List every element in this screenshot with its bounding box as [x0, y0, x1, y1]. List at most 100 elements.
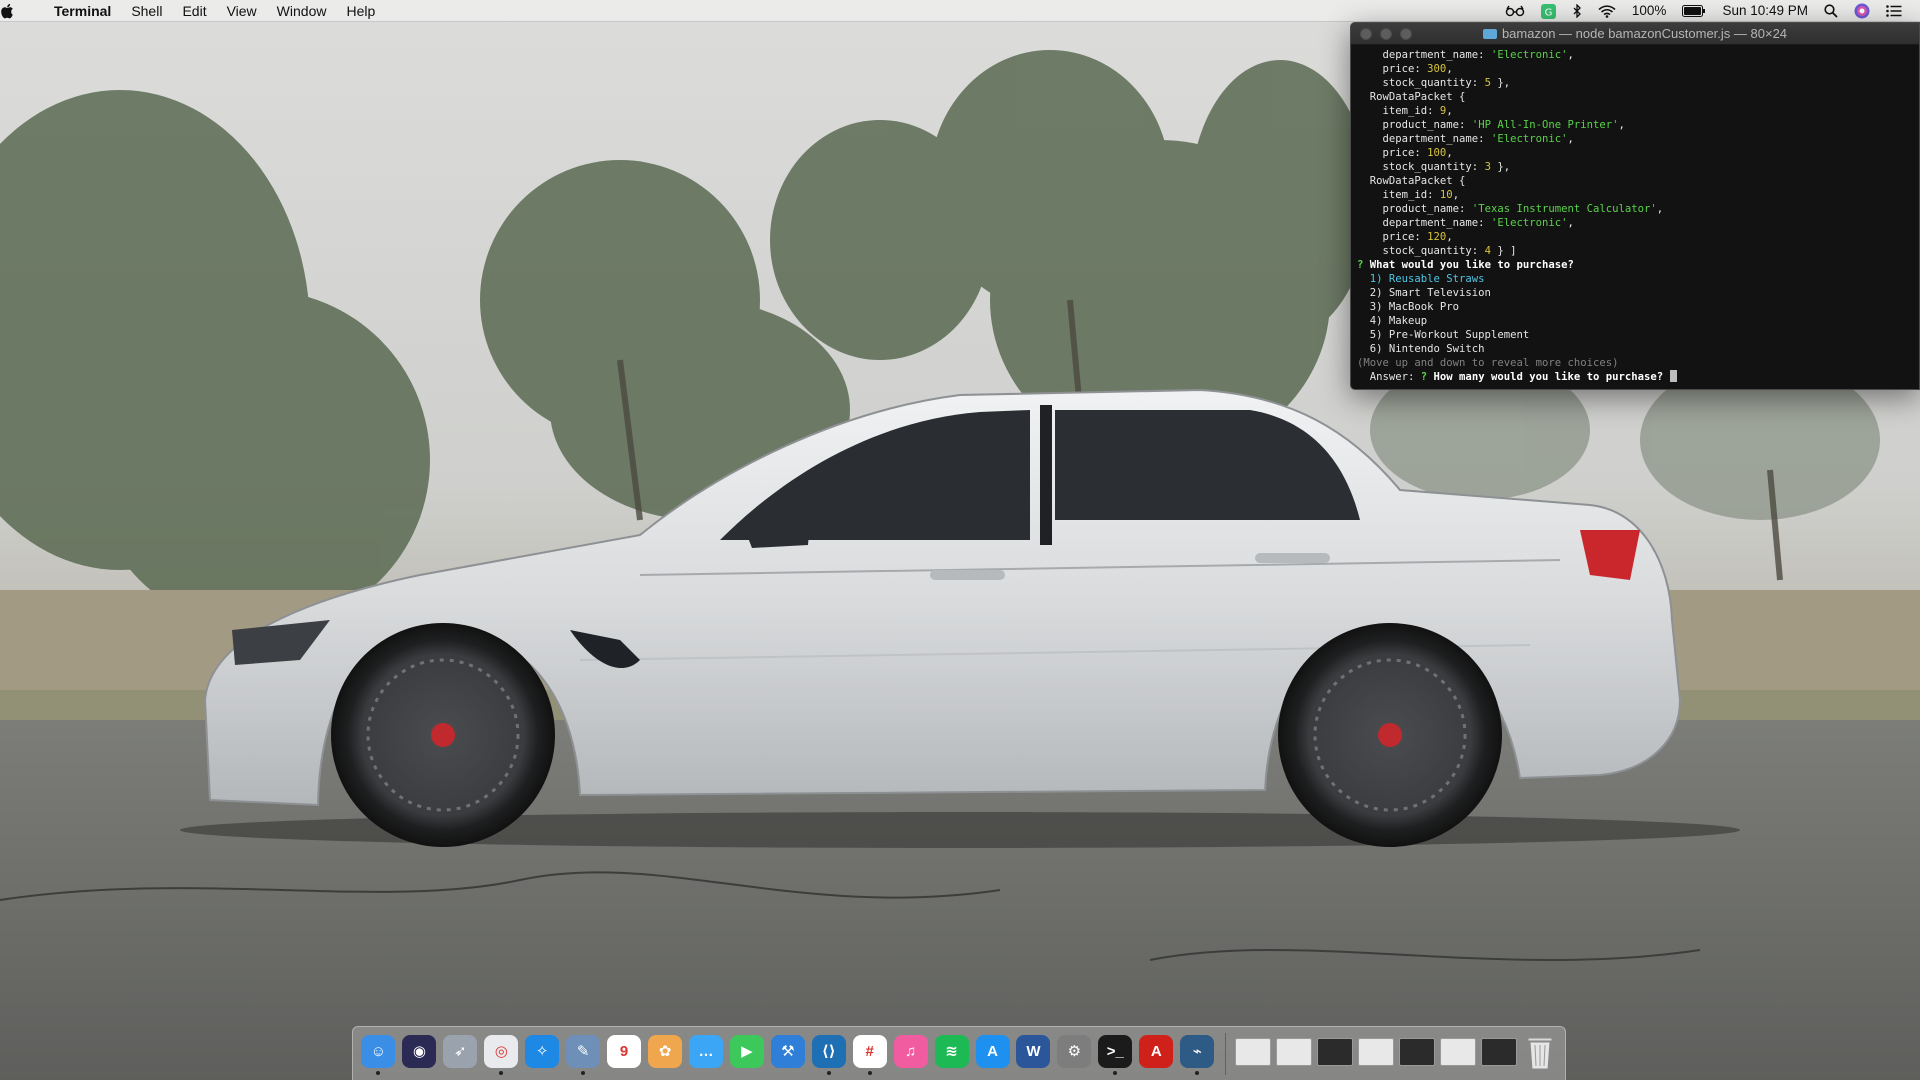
running-indicator: [1154, 1071, 1158, 1075]
running-indicator: [786, 1071, 790, 1075]
siri-icon[interactable]: [1846, 3, 1878, 19]
vscode-icon[interactable]: ⟨⟩: [811, 1034, 846, 1068]
menu-help[interactable]: Help: [336, 0, 385, 22]
menu-app-name[interactable]: Terminal: [44, 0, 121, 22]
battery-percent[interactable]: 100%: [1624, 0, 1675, 22]
spotify-icon[interactable]: ≋: [934, 1034, 969, 1068]
itunes-icon[interactable]: ♫: [893, 1034, 928, 1068]
terminal-title-text: bamazon — node bamazonCustomer.js — 80×2…: [1501, 26, 1788, 41]
spotlight-search-icon[interactable]: [1816, 4, 1846, 18]
xcode-icon[interactable]: ⚒: [770, 1034, 805, 1068]
terminal-text: 6) Nintendo Switch: [1357, 343, 1485, 355]
dock-item[interactable]: ⚒: [768, 1033, 807, 1075]
siri-icon[interactable]: ◉: [402, 1034, 437, 1068]
battery-icon[interactable]: [1674, 5, 1714, 17]
dock-item[interactable]: ✧: [523, 1033, 562, 1075]
minimized-window-3[interactable]: [1316, 1033, 1355, 1075]
notification-center-icon[interactable]: [1878, 5, 1910, 17]
dock-item[interactable]: ☺: [359, 1033, 398, 1075]
dock-item[interactable]: ◎: [482, 1033, 521, 1075]
safari-icon[interactable]: ✧: [525, 1034, 560, 1068]
dock-item[interactable]: ➶: [441, 1033, 480, 1075]
launchpad-icon[interactable]: ➶: [443, 1034, 478, 1068]
bluetooth-icon[interactable]: [1564, 4, 1590, 18]
dock-item[interactable]: ✿: [646, 1033, 685, 1075]
finder-icon[interactable]: ☺: [361, 1034, 396, 1068]
terminal-line: price: 300,: [1357, 62, 1913, 76]
dock-item[interactable]: W: [1014, 1033, 1053, 1075]
dock-item[interactable]: #: [850, 1033, 889, 1075]
terminal-text: },: [1490, 77, 1511, 89]
slack-icon[interactable]: #: [852, 1034, 887, 1068]
terminal-text: 2) Smart Television: [1357, 287, 1491, 299]
terminal-line: item_id: 10,: [1357, 188, 1913, 202]
menu-view[interactable]: View: [217, 0, 267, 22]
dock-item[interactable]: A: [973, 1033, 1012, 1075]
glasses-icon[interactable]: [1497, 5, 1533, 17]
trash-icon[interactable]: [1525, 1035, 1555, 1071]
dock-item[interactable]: A: [1137, 1033, 1176, 1075]
dock-item[interactable]: ⟨⟩: [809, 1033, 848, 1075]
terminal-line: (Move up and down to reveal more choices…: [1357, 356, 1913, 370]
photos-icon[interactable]: ✿: [648, 1034, 683, 1068]
terminal-text: ,: [1656, 203, 1664, 215]
terminal-line: stock_quantity: 3 },: [1357, 160, 1913, 174]
running-indicator: [417, 1071, 421, 1075]
app-store-icon[interactable]: A: [975, 1034, 1010, 1068]
menu-window[interactable]: Window: [267, 0, 337, 22]
dock-item[interactable]: >_: [1096, 1033, 1135, 1075]
menu-edit[interactable]: Edit: [172, 0, 216, 22]
text-cursor: [1669, 370, 1677, 382]
dock-item[interactable]: ⚙: [1055, 1033, 1094, 1075]
minimized-window-4[interactable]: [1357, 1033, 1396, 1075]
dock-item[interactable]: ≋: [932, 1033, 971, 1075]
window-thumbnail: [1439, 1037, 1476, 1066]
running-indicator: [867, 1070, 872, 1075]
chrome-icon[interactable]: ◎: [484, 1034, 519, 1068]
apple-logo-icon[interactable]: [0, 3, 44, 19]
system-preferences-icon[interactable]: ⚙: [1057, 1034, 1092, 1068]
terminal-text: stock_quantity:: [1357, 161, 1485, 173]
dock-item[interactable]: ✎: [564, 1033, 603, 1075]
terminal-title: bamazon — node bamazonCustomer.js — 80×2…: [1351, 23, 1919, 45]
dock-item[interactable]: ⌁: [1178, 1033, 1217, 1075]
dock-item[interactable]: …: [687, 1033, 726, 1075]
minimized-window-7[interactable]: [1479, 1033, 1518, 1075]
terminal-text: How many would you like to purchase?: [1433, 371, 1670, 383]
terminal-text: 300: [1427, 63, 1447, 75]
terminal-line: Answer: ? How many would you like to pur…: [1357, 370, 1913, 384]
terminal-line: RowDataPacket {: [1357, 90, 1913, 104]
menu-shell[interactable]: Shell: [121, 0, 172, 22]
word-icon[interactable]: W: [1016, 1034, 1051, 1068]
terminal-text: (Move up and down to reveal more choices…: [1357, 357, 1619, 369]
terminal-text: price:: [1357, 63, 1428, 75]
minimized-window-6[interactable]: [1438, 1033, 1477, 1075]
terminal-titlebar[interactable]: bamazon — node bamazonCustomer.js — 80×2…: [1351, 23, 1919, 45]
dock-item[interactable]: ◉: [400, 1033, 439, 1075]
terminal-text: },: [1490, 161, 1511, 173]
minimized-window-2[interactable]: [1275, 1033, 1314, 1075]
messages-icon[interactable]: …: [688, 1034, 723, 1068]
wifi-icon[interactable]: [1590, 4, 1624, 18]
acrobat-icon[interactable]: A: [1139, 1034, 1174, 1068]
dock-item[interactable]: ♫: [891, 1033, 930, 1075]
terminal-icon[interactable]: >_: [1098, 1034, 1133, 1068]
mysql-workbench-icon[interactable]: ⌁: [1180, 1034, 1215, 1068]
terminal-window[interactable]: bamazon — node bamazonCustomer.js — 80×2…: [1350, 22, 1920, 390]
grammarly-icon[interactable]: G: [1533, 3, 1564, 19]
minimized-window-5[interactable]: [1397, 1033, 1436, 1075]
dock-item[interactable]: 9: [605, 1033, 644, 1075]
terminal-text: product_name:: [1357, 119, 1472, 131]
calendar-icon[interactable]: 9: [607, 1034, 642, 1068]
window-thumbnail: [1480, 1037, 1517, 1066]
preview-icon[interactable]: ✎: [566, 1034, 601, 1068]
terminal-output[interactable]: department_name: 'Electronic', price: 30…: [1351, 45, 1919, 384]
clock[interactable]: Sun 10:49 PM: [1714, 0, 1816, 22]
facetime-icon[interactable]: ▶: [729, 1034, 764, 1068]
terminal-line: 3) MacBook Pro: [1357, 300, 1913, 314]
dock-item-trash[interactable]: [1520, 1033, 1559, 1075]
terminal-line: RowDataPacket {: [1357, 174, 1913, 188]
dock-item[interactable]: ▶: [727, 1033, 766, 1075]
minimized-window-1[interactable]: [1234, 1033, 1273, 1075]
terminal-text: item_id:: [1357, 189, 1440, 201]
